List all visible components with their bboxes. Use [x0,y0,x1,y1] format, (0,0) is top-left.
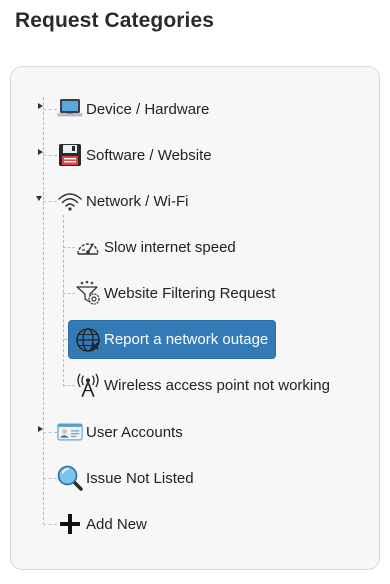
tree-node-device-hardware[interactable]: Device / Hardware [55,94,213,124]
tree-node-software-website[interactable]: Software / Website [55,140,216,170]
tree-node-report-network-outage[interactable]: Report a network outage [68,320,276,359]
tree-node-label: Issue Not Listed [86,469,194,487]
tree-node-label: Wireless access point not working [104,376,330,394]
tree-node-wireless-access-point[interactable]: Wireless access point not working [73,370,334,400]
tree-node-network-wifi[interactable]: Network / Wi-Fi [55,186,193,216]
tree-node-label: Slow internet speed [104,238,236,256]
id-card-icon [57,419,83,445]
expand-toggle-software[interactable] [38,149,43,155]
expand-toggle-accounts[interactable] [38,426,43,432]
wifi-icon [57,188,83,214]
plus-icon [57,511,83,537]
tree-node-label: Report a network outage [104,331,269,348]
add-new-button[interactable]: Add New [55,509,151,539]
magnifier-icon [57,465,83,491]
tree-node-label: Device / Hardware [86,100,210,118]
tree-guide-line [63,215,64,387]
tree-node-website-filtering-request[interactable]: Website Filtering Request [73,278,279,308]
tree-node-label: Network / Wi-Fi [86,192,189,210]
tree-node-user-accounts[interactable]: User Accounts [55,417,187,447]
speedometer-icon [75,234,101,260]
tree-node-slow-internet-speed[interactable]: Slow internet speed [73,232,240,262]
tree-node-label: User Accounts [86,423,183,441]
expand-toggle-device[interactable] [38,103,43,109]
page-title: Request Categories [15,9,215,32]
filter-gear-icon [75,280,101,306]
floppy-disk-icon [57,142,83,168]
laptop-icon [57,96,83,122]
antenna-tower-icon [75,372,101,398]
tree-node-issue-not-listed[interactable]: Issue Not Listed [55,463,198,493]
tree-node-label: Software / Website [86,146,212,164]
tree-guide-line [43,97,44,525]
tree-node-label: Website Filtering Request [104,284,276,302]
tree-node-label: Add New [86,515,147,533]
collapse-toggle-network[interactable] [36,196,42,201]
globe-broken-icon [75,327,101,353]
category-tree-panel: Device / Hardware Software / Website Net… [10,66,380,570]
